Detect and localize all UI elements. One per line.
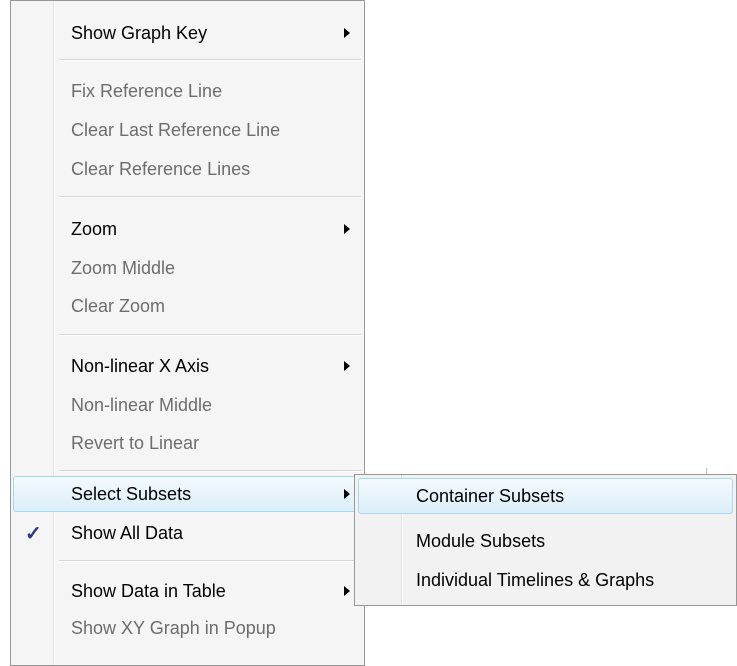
menu-item-label: Zoom Middle [71, 257, 176, 278]
submenu-item-module-subsets[interactable]: Module Subsets [355, 523, 736, 559]
submenu-arrow-icon [344, 224, 350, 234]
menu-item-label: Show Data in Table [71, 580, 226, 601]
menu-item-label: Zoom [71, 218, 118, 239]
checkmark-icon: ✓ [25, 522, 42, 545]
menu-item-label: Show Graph Key [71, 22, 208, 43]
menu-item-label: Clear Reference Lines [71, 158, 251, 179]
submenu-arrow-icon [344, 489, 350, 499]
menu-separator [59, 59, 361, 61]
select-subsets-submenu: Container Subsets Module Subsets Individ… [354, 474, 737, 606]
submenu-arrow-icon [344, 361, 350, 371]
menu-item-show-all-data[interactable]: ✓ Show All Data [11, 515, 364, 551]
menu-item-show-graph-key[interactable]: Show Graph Key [11, 15, 364, 51]
menu-item-show-data-in-table[interactable]: Show Data in Table [11, 573, 364, 609]
menu-item-revert-to-linear[interactable]: Revert to Linear [11, 425, 364, 461]
menu-item-clear-zoom[interactable]: Clear Zoom [11, 288, 364, 324]
submenu-item-container-subsets[interactable]: Container Subsets [355, 478, 736, 514]
menu-item-label: Clear Last Reference Line [71, 119, 281, 140]
submenu-item-label: Individual Timelines & Graphs [416, 569, 655, 590]
graph-context-menu: Show Graph Key Fix Reference Line Clear … [10, 0, 365, 666]
menu-item-zoom-middle[interactable]: Zoom Middle [11, 250, 364, 286]
menu-item-label: Select Subsets [71, 483, 192, 504]
menu-item-zoom[interactable]: Zoom [11, 211, 364, 247]
menu-item-fix-reference-line[interactable]: Fix Reference Line [11, 73, 364, 109]
menu-item-label: Show XY Graph in Popup [71, 617, 276, 638]
submenu-item-label: Module Subsets [416, 530, 546, 551]
menu-separator [59, 470, 361, 472]
menu-item-label: Show All Data [71, 522, 184, 543]
menu-separator [59, 560, 361, 562]
submenu-item-individual-timelines-graphs[interactable]: Individual Timelines & Graphs [355, 562, 736, 598]
submenu-arrow-icon [344, 586, 350, 596]
menu-item-label: Clear Zoom [71, 295, 166, 316]
submenu-arrow-icon [344, 28, 350, 38]
menu-separator [59, 196, 361, 198]
menu-item-label: Fix Reference Line [71, 80, 223, 101]
menu-item-non-linear-x-axis[interactable]: Non-linear X Axis [11, 348, 364, 384]
menu-item-show-xy-graph-in-popup[interactable]: Show XY Graph in Popup [11, 610, 364, 646]
menu-item-label: Revert to Linear [71, 432, 200, 453]
menu-item-non-linear-middle[interactable]: Non-linear Middle [11, 387, 364, 423]
menu-item-label: Non-linear X Axis [71, 355, 210, 376]
submenu-item-label: Container Subsets [416, 485, 565, 506]
menu-item-clear-last-reference-line[interactable]: Clear Last Reference Line [11, 112, 364, 148]
menu-item-label: Non-linear Middle [71, 394, 213, 415]
menu-separator [59, 334, 361, 336]
menu-item-select-subsets[interactable]: Select Subsets [11, 476, 364, 512]
menu-item-clear-reference-lines[interactable]: Clear Reference Lines [11, 151, 364, 187]
